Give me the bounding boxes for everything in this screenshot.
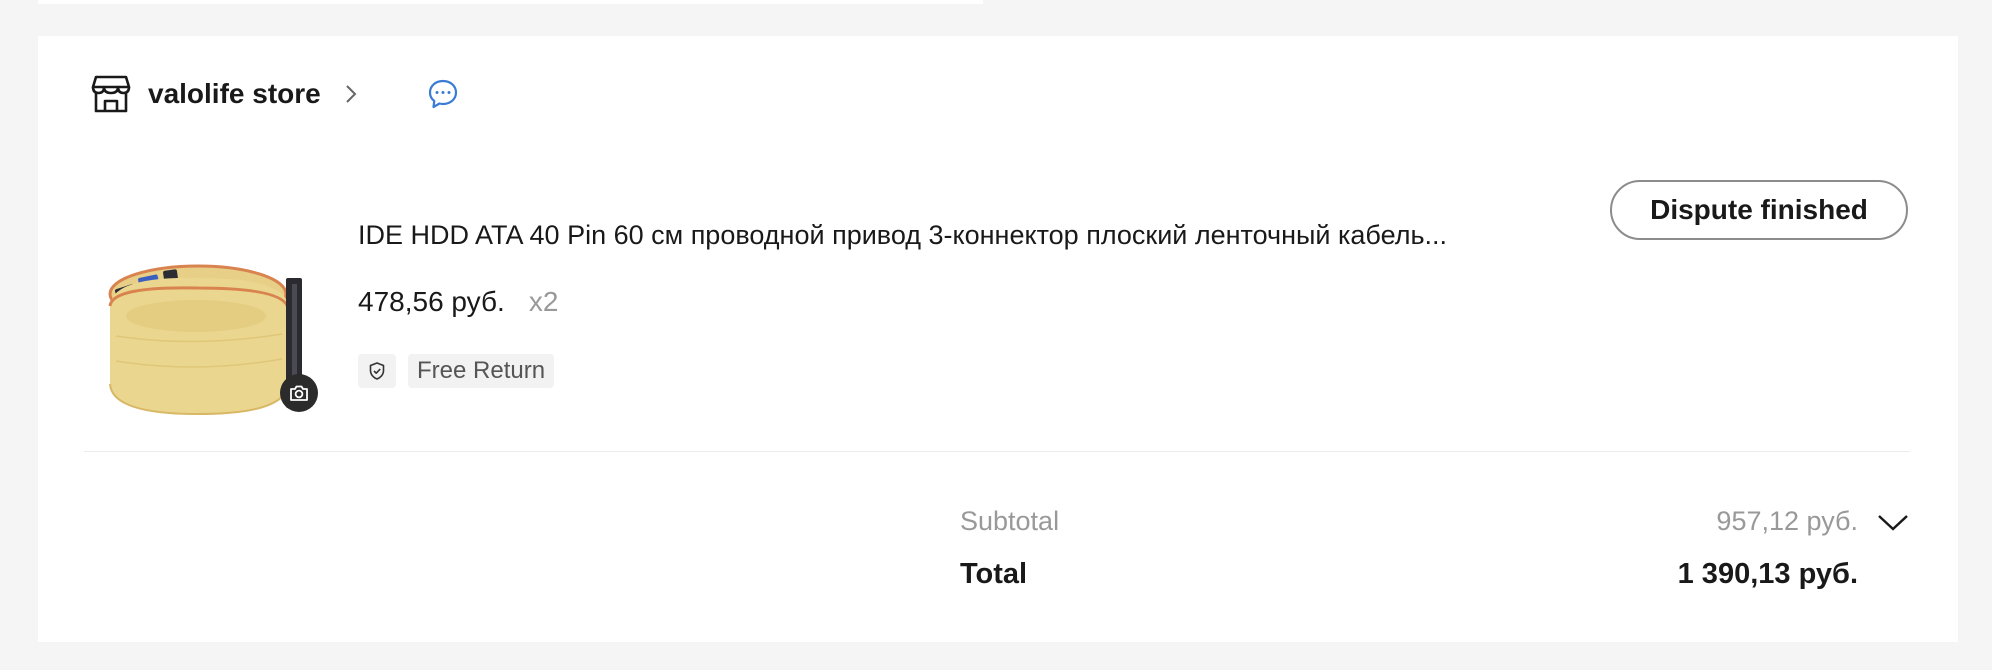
item-price: 478,56 руб. xyxy=(358,286,505,317)
total-label: Total xyxy=(960,558,1028,590)
dispute-finished-button[interactable]: Dispute finished xyxy=(1610,180,1908,240)
product-title-link[interactable]: IDE HDD ATA 40 Pin 60 см проводной приво… xyxy=(358,220,1598,251)
chevron-right-icon[interactable] xyxy=(343,82,359,106)
free-return-badge: Free Return xyxy=(408,354,555,388)
previous-card-edge xyxy=(38,0,983,4)
camera-icon[interactable] xyxy=(280,374,318,412)
chevron-down-icon[interactable] xyxy=(1876,511,1910,533)
total-value: 1 390,13 руб. xyxy=(1677,558,1858,590)
subtotal-value: 957,12 руб. xyxy=(1716,506,1858,536)
price-row: 478,56 руб. x2 xyxy=(358,286,558,318)
order-card: valolife store IDE HDD ATA 40 Pin 60 см … xyxy=(38,36,1958,642)
subtotal-label: Subtotal xyxy=(960,506,1060,536)
store-header: valolife store xyxy=(90,72,459,116)
chat-bubble-icon[interactable] xyxy=(427,78,459,110)
service-tags: Free Return xyxy=(358,354,555,388)
item-quantity: x2 xyxy=(528,286,559,317)
store-icon xyxy=(90,73,132,115)
store-name-link[interactable]: valolife store xyxy=(148,78,321,110)
divider xyxy=(84,451,1910,452)
shield-check-icon xyxy=(358,354,396,388)
